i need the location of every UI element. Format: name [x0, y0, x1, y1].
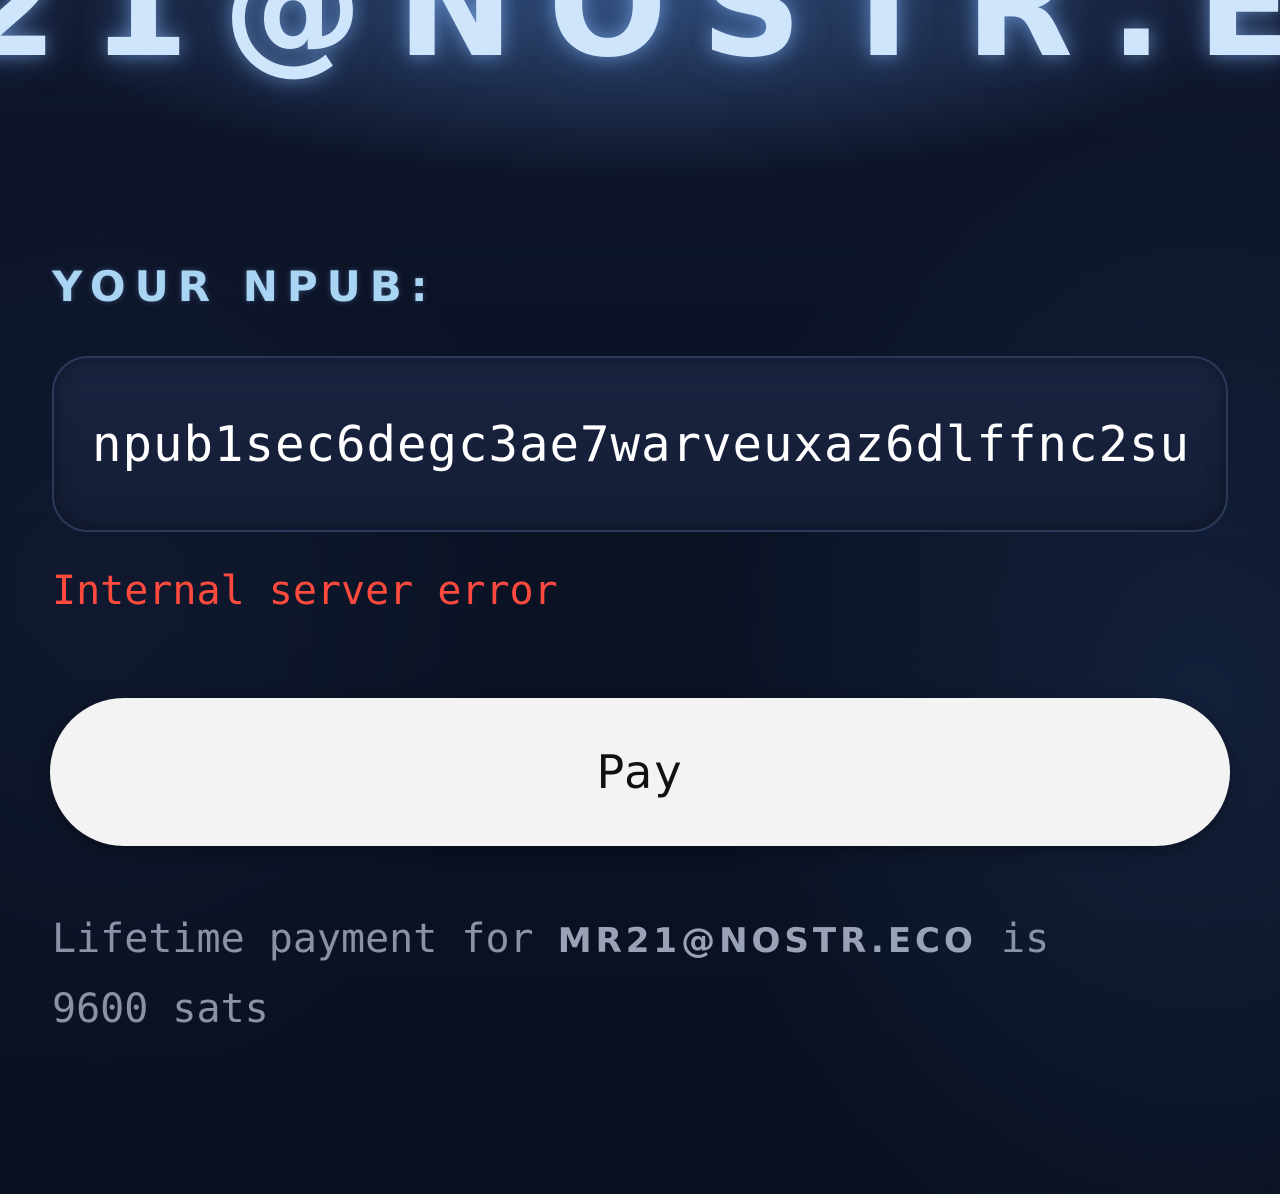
- lifetime-payment-info: Lifetime payment for MR21@NOSTR.ECO is 9…: [52, 905, 1232, 1043]
- nostr-address: MR21@NOSTR.ECO: [557, 921, 977, 961]
- payment-amount: 9600 sats: [52, 986, 269, 1032]
- error-message: Internal server error: [52, 568, 558, 614]
- lifetime-prefix: Lifetime payment for: [52, 916, 534, 962]
- site-logo: 21@NOSTR.E: [0, 0, 1280, 89]
- npub-label: YOUR NPUB:: [52, 262, 437, 311]
- pay-button[interactable]: Pay: [50, 698, 1230, 846]
- npub-field-container: [52, 356, 1228, 532]
- npub-input[interactable]: [92, 358, 1192, 530]
- lifetime-suffix: is: [1001, 916, 1050, 962]
